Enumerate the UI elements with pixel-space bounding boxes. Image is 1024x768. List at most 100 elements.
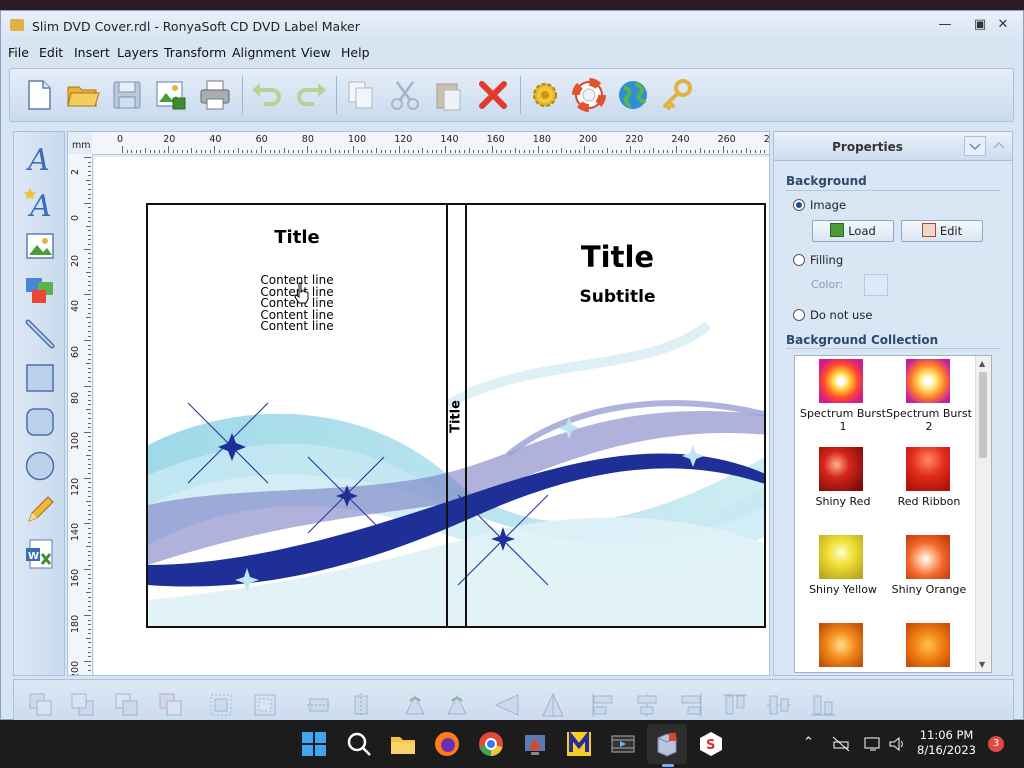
minimize-button[interactable]: — bbox=[934, 15, 956, 35]
menu-help[interactable]: Help bbox=[341, 45, 370, 60]
menu-alignment[interactable]: Alignment bbox=[232, 45, 296, 60]
ruler-tick bbox=[88, 518, 91, 520]
rotate-left-icon[interactable] bbox=[402, 692, 428, 718]
spine-title[interactable]: Title bbox=[449, 389, 464, 445]
send-to-back-icon[interactable] bbox=[70, 692, 96, 718]
menu-insert[interactable]: Insert bbox=[74, 45, 110, 60]
chevron-up-icon[interactable] bbox=[988, 136, 1010, 156]
delete-x-icon[interactable] bbox=[476, 78, 510, 112]
image-radio[interactable] bbox=[793, 199, 805, 211]
align-right-icon[interactable] bbox=[678, 692, 704, 718]
redo-icon[interactable] bbox=[294, 78, 328, 112]
insert-image-icon[interactable] bbox=[24, 230, 56, 262]
center-vertically-icon[interactable] bbox=[348, 692, 374, 718]
line-tool-icon[interactable] bbox=[24, 318, 56, 350]
menu-transform[interactable]: Transform bbox=[164, 45, 226, 60]
send-backward-icon[interactable] bbox=[158, 692, 184, 718]
ruler-tick bbox=[450, 150, 452, 153]
help-lifebuoy-icon[interactable] bbox=[572, 78, 606, 112]
insert-text-icon[interactable]: A bbox=[24, 142, 56, 174]
align-center-icon[interactable] bbox=[634, 692, 660, 718]
ruler-tick bbox=[88, 596, 91, 598]
maximize-button[interactable]: ▣ bbox=[969, 15, 991, 35]
search-icon[interactable] bbox=[345, 730, 373, 758]
volume-icon[interactable] bbox=[888, 736, 906, 752]
menu-file[interactable]: File bbox=[8, 45, 29, 60]
menu-layers[interactable]: Layers bbox=[117, 45, 158, 60]
load-button[interactable]: Load bbox=[812, 220, 894, 242]
align-left-icon[interactable] bbox=[590, 692, 616, 718]
ruler-tick bbox=[611, 150, 613, 153]
group-icon[interactable] bbox=[208, 692, 234, 718]
chevron-up-icon[interactable]: ⌃ bbox=[803, 735, 814, 750]
video-editor-icon[interactable] bbox=[609, 730, 637, 758]
label-maker-taskbar-icon[interactable] bbox=[653, 730, 681, 758]
web-globe-icon[interactable] bbox=[616, 78, 650, 112]
ruler-label: 160 bbox=[70, 569, 81, 588]
firefox-icon[interactable] bbox=[433, 730, 461, 758]
ungroup-icon[interactable] bbox=[252, 692, 278, 718]
menu-edit[interactable]: Edit bbox=[39, 45, 63, 60]
ruler-tick bbox=[88, 399, 91, 401]
filling-radio[interactable] bbox=[793, 254, 805, 266]
pencil-tool-icon[interactable] bbox=[24, 494, 56, 526]
flip-horizontal-icon[interactable] bbox=[494, 692, 520, 718]
insert-artistic-text-icon[interactable]: A bbox=[24, 186, 56, 218]
undo-icon[interactable] bbox=[250, 78, 284, 112]
settings-gear-icon[interactable] bbox=[528, 78, 562, 112]
file-explorer-icon[interactable] bbox=[389, 730, 417, 758]
collection-scrollbar[interactable]: ▲ ▼ bbox=[975, 356, 991, 672]
insert-tracklist-icon[interactable]: W bbox=[24, 538, 56, 570]
design-canvas[interactable]: mm 0 20 40 60 80 100 120 140 160 180 200 220 240 260 2… bbox=[67, 131, 770, 676]
edit-button[interactable]: Edit bbox=[901, 220, 983, 242]
rectangle-tool-icon[interactable] bbox=[24, 362, 56, 394]
paste-icon[interactable] bbox=[432, 78, 466, 112]
ruler-tick bbox=[88, 486, 91, 488]
cut-scissors-icon[interactable] bbox=[388, 78, 422, 112]
printer-icon[interactable] bbox=[198, 78, 232, 112]
app-m-icon[interactable] bbox=[565, 730, 593, 758]
notification-badge[interactable]: 3 bbox=[988, 736, 1004, 752]
align-middle-icon[interactable] bbox=[766, 692, 792, 718]
align-top-icon[interactable] bbox=[722, 692, 748, 718]
ruler-tick bbox=[88, 262, 91, 264]
align-bottom-icon[interactable] bbox=[810, 692, 836, 718]
flip-vertical-icon[interactable] bbox=[540, 692, 566, 718]
open-folder-icon[interactable] bbox=[66, 78, 100, 112]
ruler-tick bbox=[283, 148, 285, 153]
app-s-icon[interactable]: S bbox=[697, 730, 725, 758]
background-collection-list[interactable]: Spectrum Burst 1 Spectrum Burst 2 Shiny … bbox=[794, 355, 992, 673]
bring-to-front-icon[interactable] bbox=[28, 692, 54, 718]
front-title[interactable]: Title bbox=[467, 240, 764, 274]
close-window-button[interactable]: ✕ bbox=[992, 15, 1014, 35]
back-title[interactable]: Title bbox=[148, 227, 446, 248]
scroll-down-arrow-icon[interactable]: ▼ bbox=[979, 660, 985, 669]
scroll-thumb[interactable] bbox=[979, 372, 987, 458]
insert-collage-icon[interactable] bbox=[24, 274, 56, 306]
rounded-rectangle-tool-icon[interactable] bbox=[24, 406, 56, 438]
save-disk-icon[interactable] bbox=[110, 78, 144, 112]
ruler-tick bbox=[84, 386, 91, 387]
start-windows-icon[interactable] bbox=[300, 730, 328, 758]
dvd-cover[interactable]: Title Content line Content line Content … bbox=[146, 203, 766, 628]
network-off-icon[interactable] bbox=[832, 736, 850, 752]
front-subtitle[interactable]: Subtitle bbox=[467, 287, 764, 307]
do-not-use-radio[interactable] bbox=[793, 309, 805, 321]
chrome-icon[interactable] bbox=[477, 730, 505, 758]
app-pinned-icon[interactable] bbox=[521, 730, 549, 758]
ellipse-tool-icon[interactable] bbox=[24, 450, 56, 482]
new-document-icon[interactable] bbox=[22, 78, 56, 112]
ruler-tick bbox=[88, 463, 91, 465]
color-swatch[interactable] bbox=[864, 274, 888, 296]
menu-view[interactable]: View bbox=[301, 45, 331, 60]
chevron-down-icon[interactable] bbox=[964, 136, 986, 156]
scroll-up-arrow-icon[interactable]: ▲ bbox=[979, 359, 985, 368]
display-icon[interactable] bbox=[864, 736, 882, 752]
rotate-right-icon[interactable] bbox=[444, 692, 470, 718]
bring-forward-icon[interactable] bbox=[114, 692, 140, 718]
export-image-icon[interactable] bbox=[154, 78, 188, 112]
copy-icon[interactable] bbox=[344, 78, 378, 112]
system-clock[interactable]: 11:06 PM 8/16/2023 bbox=[917, 728, 976, 758]
center-horizontally-icon[interactable] bbox=[306, 692, 332, 718]
registration-key-icon[interactable] bbox=[660, 78, 694, 112]
